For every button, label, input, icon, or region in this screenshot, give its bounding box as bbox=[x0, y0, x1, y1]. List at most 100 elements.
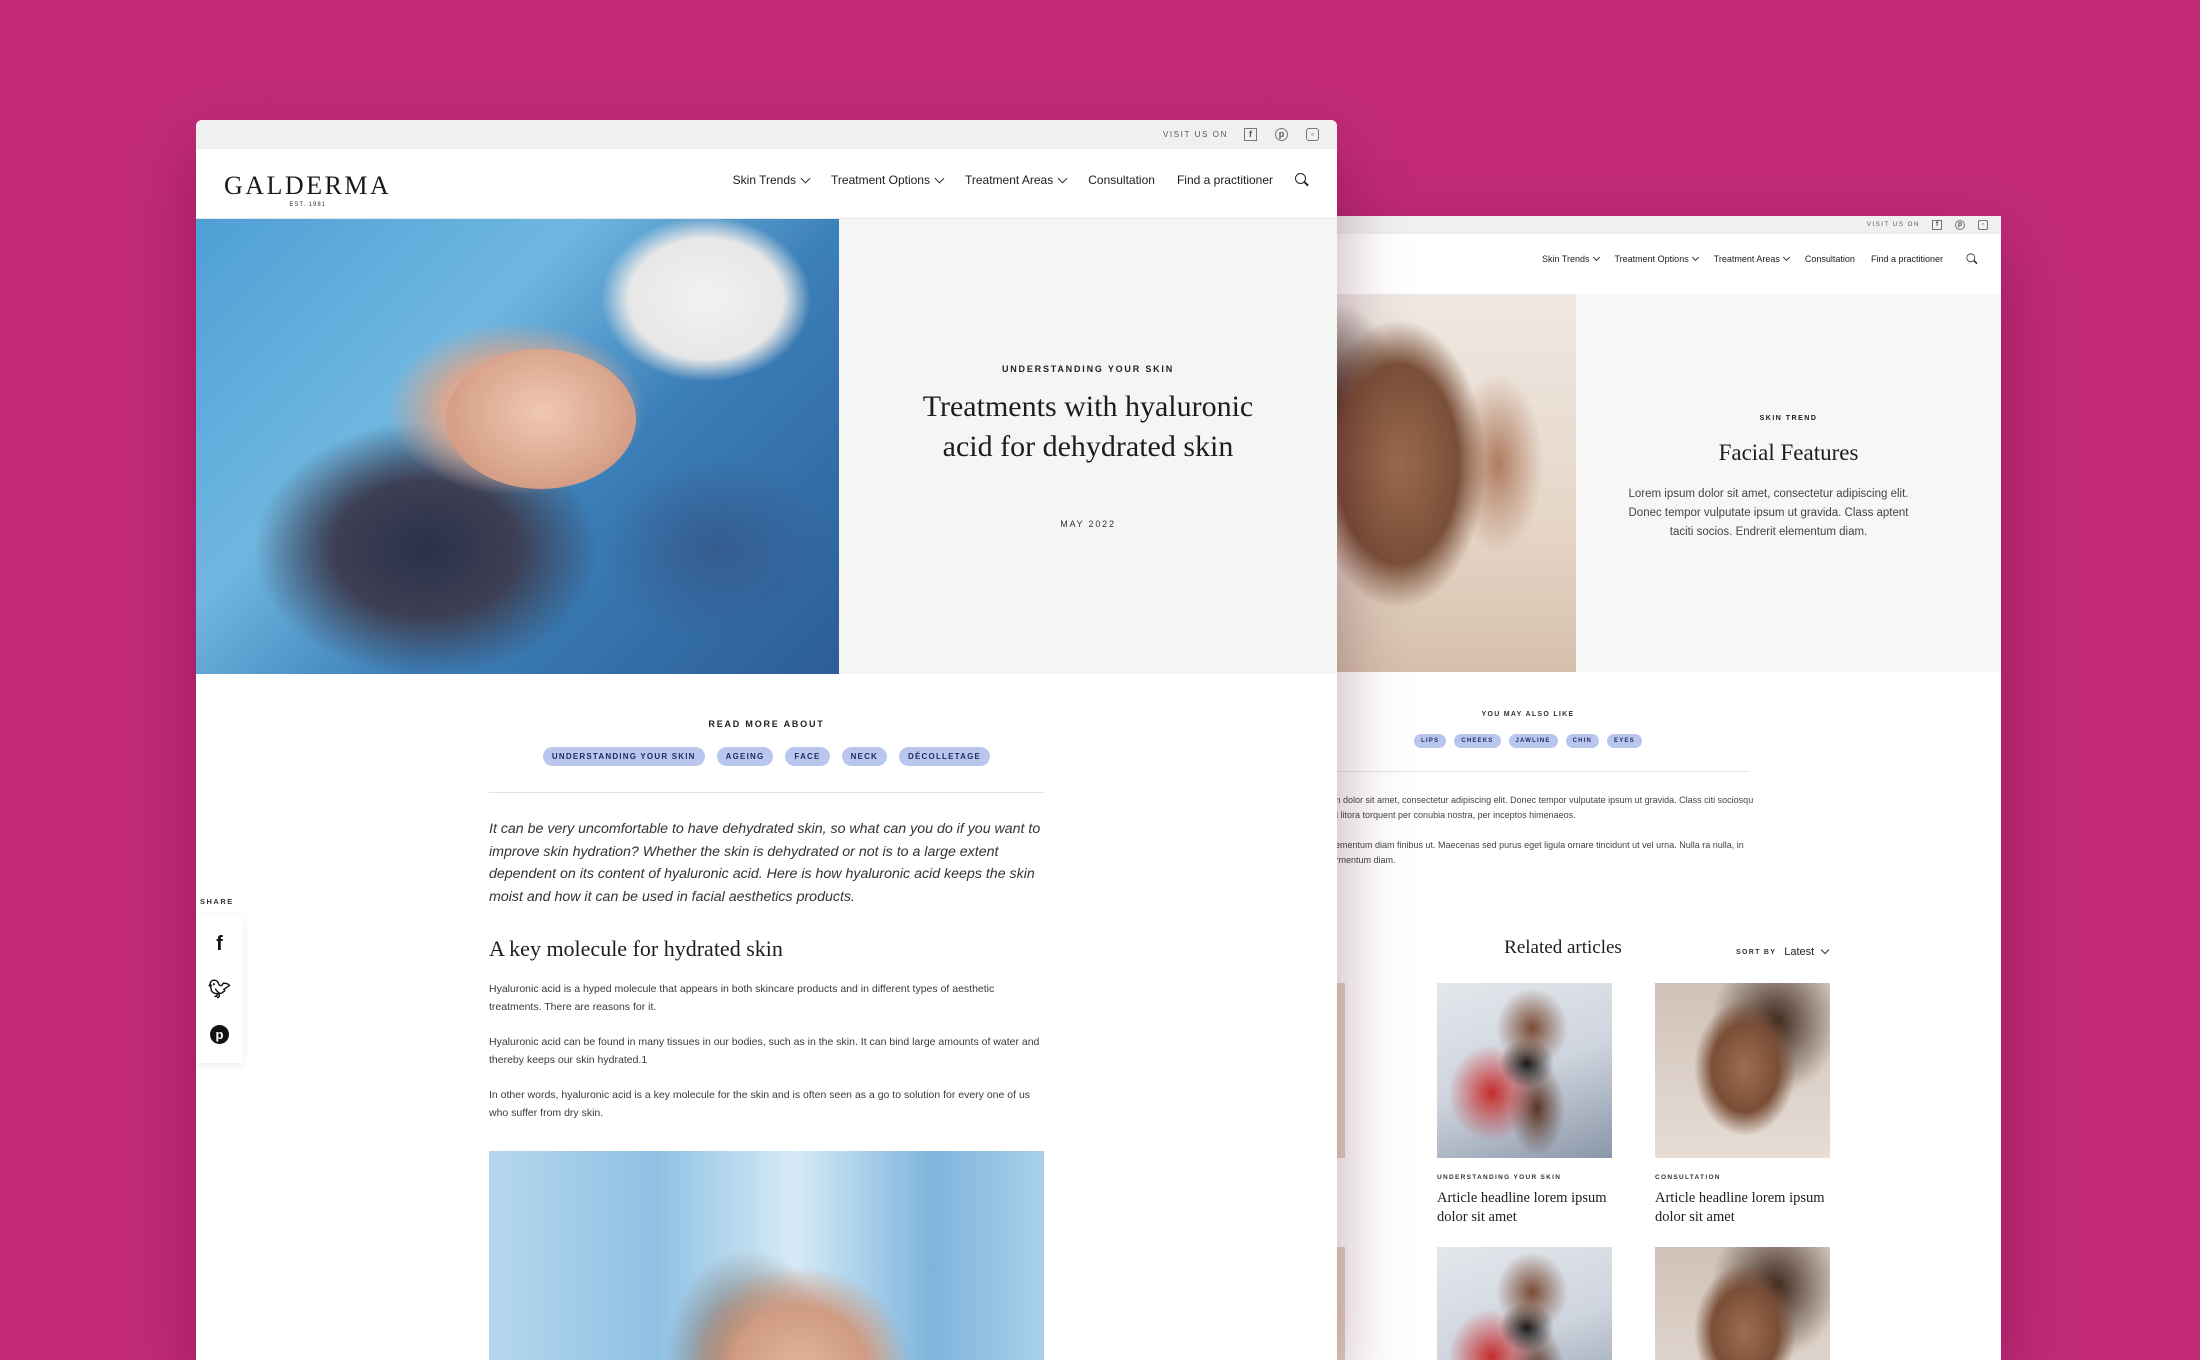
body-paragraph: elementum diam finibus ut. Maecenas sed … bbox=[1328, 840, 1744, 865]
chevron-down-icon bbox=[1782, 253, 1790, 261]
search-icon[interactable] bbox=[1295, 173, 1309, 187]
tag-decolletage[interactable]: DÉCOLLETAGE bbox=[899, 747, 991, 766]
article-thumbnail bbox=[1655, 1247, 1830, 1360]
article-card[interactable] bbox=[1437, 1247, 1612, 1360]
top-utility-bar: VISIT US ON f p ◦ bbox=[196, 120, 1337, 149]
card-kicker: CONSULTATION bbox=[1655, 1174, 1721, 1181]
card-title: Article headline lorem ipsum dolor sit a… bbox=[1437, 1190, 1607, 1225]
article-card[interactable]: CONSULTATION Article headline lorem ipsu… bbox=[1655, 983, 1830, 1227]
chevron-down-icon bbox=[1691, 253, 1699, 261]
galderma-logo[interactable]: GALDERMA EST. 1981 bbox=[224, 171, 391, 208]
sort-value: Latest bbox=[1784, 946, 1815, 958]
logo-wordmark: GALDERMA bbox=[224, 171, 392, 200]
tag-jawline[interactable]: JAWLINE bbox=[1508, 734, 1558, 748]
browser-window-article: VISIT US ON f p ◦ GALDERMA EST. 1981 Ski… bbox=[196, 120, 1337, 1360]
article-intro: It can be very uncomfortable to have deh… bbox=[489, 821, 1041, 905]
also-like-label: YOU MAY ALSO LIKE bbox=[1481, 711, 1575, 718]
related-articles-title: Related articles bbox=[1504, 937, 1622, 958]
also-like-tags: LIPS CHEEKS JAWLINE CHIN EYES bbox=[1328, 734, 1728, 748]
hero-description: Lorem ipsum dolor sit amet, consectetur … bbox=[1628, 488, 1909, 538]
nav-treatment-areas[interactable]: Treatment Areas bbox=[964, 173, 1068, 187]
divider bbox=[1328, 771, 1750, 772]
article-paragraph: In other words, hyaluronic acid is a key… bbox=[489, 1089, 1031, 1119]
article-thumbnail bbox=[1437, 1247, 1612, 1360]
article-paragraph: Hyaluronic acid is a hyped molecule that… bbox=[489, 983, 995, 1013]
main-nav: Skin Trends Treatment Options Treatment … bbox=[711, 173, 1309, 187]
article-thumbnail bbox=[1437, 983, 1612, 1158]
pinterest-icon[interactable]: p bbox=[1955, 220, 1965, 230]
share-sidebar: SHARE f 🐦︎ p bbox=[196, 897, 243, 1063]
pinterest-icon[interactable]: p bbox=[1275, 128, 1288, 141]
facebook-icon[interactable]: f bbox=[1932, 220, 1942, 230]
nav-label: Treatment Options bbox=[831, 173, 930, 187]
visit-us-label: VISIT US ON bbox=[1866, 222, 1920, 228]
site-header: Skin Trends Treatment Options Treatment … bbox=[1328, 234, 2001, 294]
nav-label: Skin Trends bbox=[732, 173, 797, 187]
article-card[interactable]: UNDERSTANDING YOUR SKIN Article headline… bbox=[1437, 983, 1612, 1227]
body-paragraph: um dolor sit amet, consectetur adipiscin… bbox=[1328, 795, 1754, 820]
nav-consultation[interactable]: Consultation bbox=[1805, 254, 1855, 264]
hero-image bbox=[1328, 294, 1576, 672]
visit-us-label: VISIT US ON bbox=[1162, 130, 1228, 139]
hero-text: UNDERSTANDING YOUR SKIN Treatments with … bbox=[839, 219, 1337, 674]
hero-date: MAY 2022 bbox=[1060, 519, 1116, 529]
chevron-down-icon bbox=[934, 173, 945, 183]
nav-skin-trends[interactable]: Skin Trends bbox=[1541, 253, 1600, 264]
article-image bbox=[489, 1151, 1044, 1360]
tag-cheeks[interactable]: CHEEKS bbox=[1454, 734, 1501, 748]
nav-treatment-options[interactable]: Treatment Options bbox=[1615, 253, 1699, 264]
divider bbox=[489, 792, 1044, 793]
share-buttons: f 🐦︎ p bbox=[196, 916, 243, 1063]
site-header: GALDERMA EST. 1981 Skin Trends Treatment… bbox=[196, 149, 1337, 219]
hero-image-subject bbox=[446, 349, 636, 489]
facebook-icon[interactable]: f bbox=[196, 922, 243, 967]
article-heading: A key molecule for hydrated skin bbox=[489, 936, 783, 961]
hero-kicker: SKIN TREND bbox=[1759, 415, 1818, 422]
hero-kicker: UNDERSTANDING YOUR SKIN bbox=[1001, 364, 1175, 374]
tag-ageing[interactable]: AGEING bbox=[716, 747, 774, 766]
search-icon[interactable] bbox=[1966, 253, 1977, 264]
hero-image bbox=[196, 219, 839, 674]
browser-window-facial-features: VISIT US ON f p ◦ Skin Trends Treatment … bbox=[1328, 216, 2001, 1360]
hero-text: SKIN TREND Facial Features Lorem ipsum d… bbox=[1576, 294, 2001, 672]
article-card[interactable] bbox=[1655, 1247, 1830, 1360]
hero-title: Treatments with hyaluronic acid for dehy… bbox=[922, 390, 1254, 463]
nav-consultation[interactable]: Consultation bbox=[1088, 173, 1155, 187]
sort-dropdown[interactable]: SORT BY Latest bbox=[1736, 945, 1830, 958]
hero-title: Facial Features bbox=[1718, 440, 1859, 465]
nav-treatment-areas[interactable]: Treatment Areas bbox=[1714, 253, 1790, 264]
read-more-tags: UNDERSTANDING YOUR SKIN AGEING FACE NECK… bbox=[196, 747, 1337, 766]
top-utility-bar: VISIT US ON f p ◦ bbox=[1328, 216, 2001, 234]
card-title: Article headline lorem ipsum dolor sit a… bbox=[1655, 1190, 1825, 1225]
share-label: SHARE bbox=[200, 897, 234, 906]
nav-label: Treatment Areas bbox=[964, 173, 1054, 187]
nav-treatment-options[interactable]: Treatment Options bbox=[831, 173, 945, 187]
article-paragraph: Hyaluronic acid can be found in many tis… bbox=[489, 1036, 1040, 1066]
logo-est: EST. 1981 bbox=[289, 202, 327, 208]
nav-find-practitioner[interactable]: Find a practitioner bbox=[1177, 173, 1273, 187]
pinterest-icon[interactable]: p bbox=[196, 1012, 243, 1057]
hero-section: UNDERSTANDING YOUR SKIN Treatments with … bbox=[196, 219, 1337, 674]
tag-understanding-your-skin[interactable]: UNDERSTANDING YOUR SKIN bbox=[542, 747, 705, 766]
nav-find-practitioner[interactable]: Find a practitioner bbox=[1871, 254, 1943, 264]
tag-eyes[interactable]: EYES bbox=[1607, 734, 1642, 748]
article-thumbnail bbox=[1655, 983, 1830, 1158]
tag-lips[interactable]: LIPS bbox=[1414, 734, 1447, 748]
nav-skin-trends[interactable]: Skin Trends bbox=[732, 173, 811, 187]
facebook-icon[interactable]: f bbox=[1244, 128, 1257, 141]
instagram-icon[interactable]: ◦ bbox=[1978, 220, 1988, 230]
instagram-icon[interactable]: ◦ bbox=[1306, 128, 1319, 141]
chevron-down-icon bbox=[1820, 945, 1830, 955]
chevron-down-icon bbox=[1057, 173, 1068, 183]
sort-label: SORT BY bbox=[1736, 948, 1777, 956]
read-more-label: READ MORE ABOUT bbox=[708, 719, 825, 729]
twitter-icon[interactable]: 🐦︎ bbox=[196, 967, 243, 1012]
main-nav: Skin Trends Treatment Options Treatment … bbox=[1526, 252, 1979, 266]
chevron-down-icon bbox=[1592, 253, 1600, 261]
tag-chin[interactable]: CHIN bbox=[1565, 734, 1600, 748]
nav-label: Skin Trends bbox=[1541, 254, 1590, 264]
card-kicker: UNDERSTANDING YOUR SKIN bbox=[1437, 1174, 1562, 1181]
hero-section: SKIN TREND Facial Features Lorem ipsum d… bbox=[1328, 294, 2001, 672]
tag-face[interactable]: FACE bbox=[785, 747, 830, 766]
tag-neck[interactable]: NECK bbox=[841, 747, 888, 766]
